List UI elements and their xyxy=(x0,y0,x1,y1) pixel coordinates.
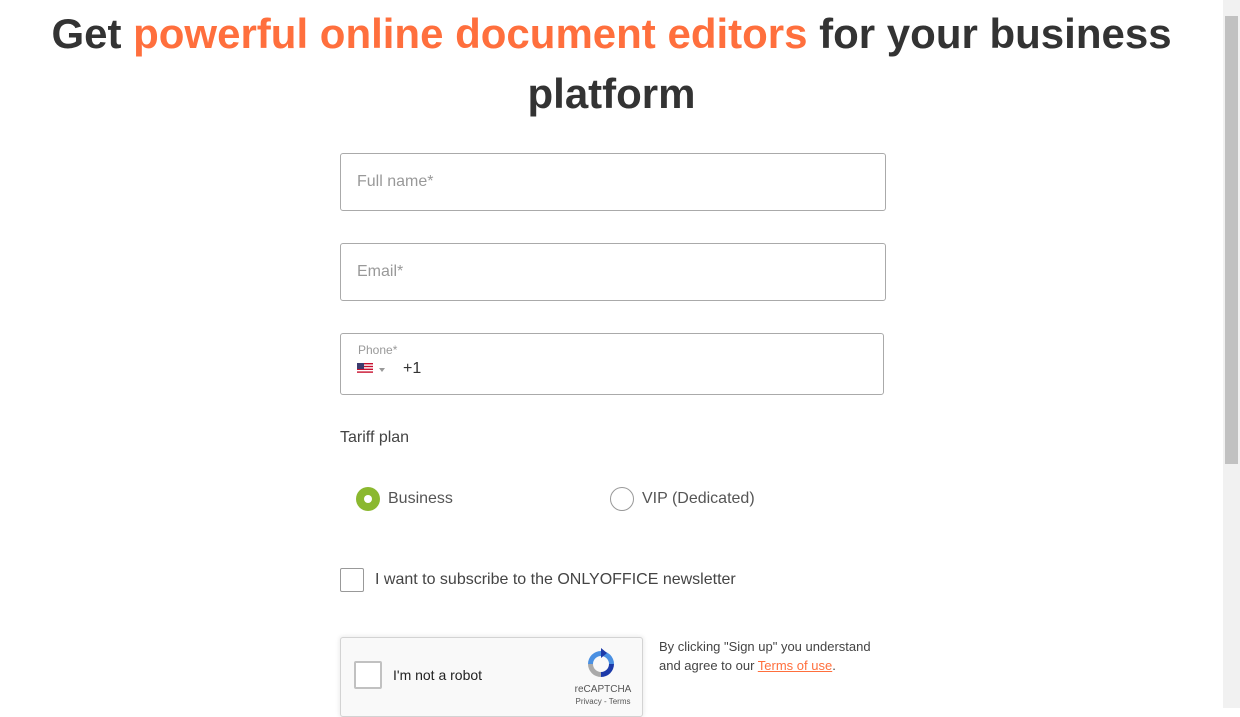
headline-prefix: Get xyxy=(51,10,134,57)
tariff-plan-label: Tariff plan xyxy=(340,429,410,446)
recaptcha-logo-icon xyxy=(588,648,614,677)
checkbox-icon xyxy=(340,568,364,592)
radio-selected-icon xyxy=(356,487,380,511)
recaptcha-widget: I'm not a robot reCAPTCHA Privacy - Term… xyxy=(340,637,643,717)
recaptcha-privacy-link[interactable]: Privacy xyxy=(576,697,602,706)
tariff-option-label: Business xyxy=(388,490,453,507)
recaptcha-brand: reCAPTCHA xyxy=(574,684,632,695)
chevron-down-icon xyxy=(379,368,385,372)
recaptcha-checkbox[interactable] xyxy=(354,661,382,689)
page-scrollbar[interactable] xyxy=(1223,0,1240,708)
scrollbar-thumb[interactable] xyxy=(1225,16,1238,464)
newsletter-checkbox[interactable]: I want to subscribe to the ONLYOFFICE ne… xyxy=(340,568,736,592)
tariff-option-business[interactable]: Business xyxy=(356,487,453,511)
phone-field[interactable]: Phone* +1 xyxy=(340,333,884,395)
recaptcha-links: Privacy - Terms xyxy=(563,697,643,706)
terms-note: By clicking "Sign up" you understand and… xyxy=(659,637,879,675)
us-flag-icon xyxy=(357,363,373,374)
full-name-input[interactable] xyxy=(341,154,885,210)
page-headline: Get powerful online document editors for… xyxy=(0,4,1223,124)
recaptcha-separator: - xyxy=(601,697,609,706)
email-field[interactable] xyxy=(340,243,886,301)
headline-accent: powerful online document editors xyxy=(133,10,808,57)
phone-label: Phone* xyxy=(358,343,398,357)
email-input[interactable] xyxy=(341,244,885,300)
terms-period: . xyxy=(832,658,836,673)
tariff-option-label: VIP (Dedicated) xyxy=(642,490,755,507)
signup-page: Get powerful online document editors for… xyxy=(0,0,1223,717)
full-name-field[interactable] xyxy=(340,153,886,211)
country-select[interactable] xyxy=(357,363,391,377)
recaptcha-terms-link[interactable]: Terms xyxy=(609,697,631,706)
tariff-option-vip[interactable]: VIP (Dedicated) xyxy=(610,487,755,511)
recaptcha-label: I'm not a robot xyxy=(393,667,483,683)
dial-code: +1 xyxy=(403,360,422,377)
newsletter-label: I want to subscribe to the ONLYOFFICE ne… xyxy=(375,571,736,588)
radio-empty-icon xyxy=(610,487,634,511)
terms-of-use-link[interactable]: Terms of use xyxy=(758,658,832,673)
